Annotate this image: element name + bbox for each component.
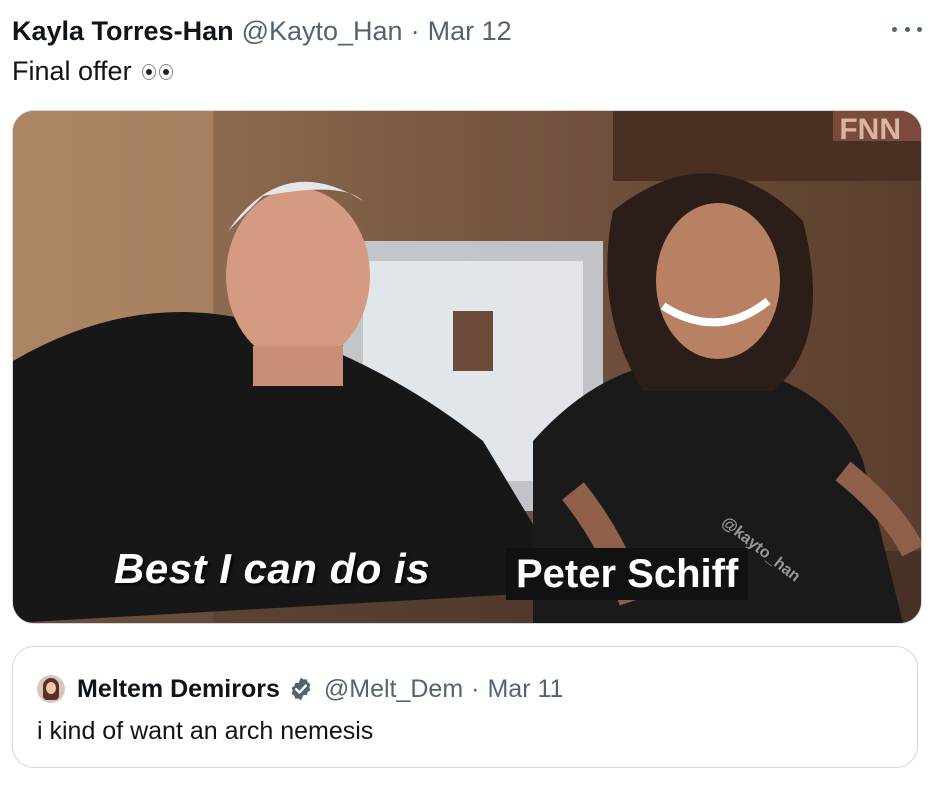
separator: ·: [410, 15, 420, 46]
media-sign-text: FNN: [839, 113, 901, 146]
more-options-icon[interactable]: [892, 19, 922, 39]
tweet-date[interactable]: Mar 12: [428, 16, 512, 47]
media-caption: Best I can do is: [114, 545, 431, 592]
quoted-tweet[interactable]: Meltem Demirors @Melt_Dem · Mar 11 i kin…: [12, 646, 918, 768]
author-name[interactable]: Kayla Torres-Han: [12, 16, 234, 47]
eyes-emoji-icon: [141, 63, 173, 80]
quoted-author-name[interactable]: Meltem Demirors: [77, 675, 280, 704]
tweet-header: Kayla Torres-Han @Kayto_Han · Mar 12: [12, 14, 512, 48]
quoted-tweet-text: i kind of want an arch nemesis: [37, 717, 374, 745]
media-caption-highlight: Peter Schiff: [506, 548, 749, 600]
avatar[interactable]: [37, 675, 65, 703]
quoted-separator: ·: [471, 674, 480, 703]
tweet-text-content: Final offer: [12, 56, 132, 86]
quoted-tweet-header: Meltem Demirors @Melt_Dem · Mar 11: [37, 673, 563, 705]
author-handle[interactable]: @Kayto_Han: [242, 16, 403, 47]
tweet-text: Final offer: [12, 56, 173, 87]
quoted-date[interactable]: Mar 11: [487, 675, 563, 704]
verified-badge-icon: [291, 677, 311, 701]
quoted-author-handle[interactable]: @Melt_Dem: [324, 675, 463, 704]
